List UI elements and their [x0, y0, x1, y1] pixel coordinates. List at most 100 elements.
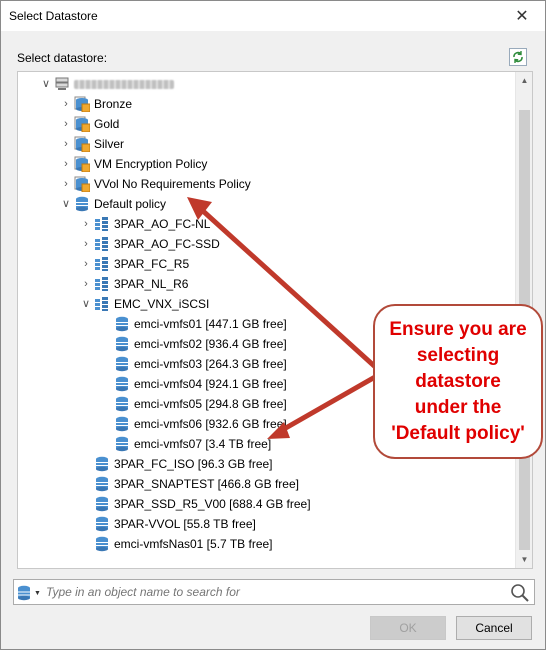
tree-item-datastore[interactable]: 3PAR_SNAPTEST [466.8 GB free]: [78, 474, 299, 494]
tree-item-label: emci-vmfs07 [3.4 TB free]: [134, 437, 272, 451]
tree-item-policy[interactable]: › VVol No Requirements Policy: [58, 174, 251, 194]
datastore-icon: [114, 356, 130, 372]
tree-item-policy[interactable]: › Bronze: [58, 94, 132, 114]
cancel-button[interactable]: Cancel: [456, 616, 532, 640]
tree-item-datastore[interactable]: emci-vmfs02 [936.4 GB free]: [98, 334, 287, 354]
datastore-icon: [94, 516, 110, 532]
tree-item-datastore-cluster[interactable]: › 3PAR_NL_R6: [78, 274, 188, 294]
datastore-cluster-icon: [94, 276, 110, 292]
storage-policy-icon: [74, 156, 91, 173]
datastore-icon: [94, 476, 110, 492]
tree-item-label: 3PAR-VVOL [55.8 TB free]: [114, 517, 256, 531]
tree-item-policy[interactable]: › Silver: [58, 134, 124, 154]
tree-item-policy[interactable]: › Gold: [58, 114, 119, 134]
tree-item-datastore[interactable]: 3PAR-VVOL [55.8 TB free]: [78, 514, 256, 534]
tree-item-datastore[interactable]: emci-vmfsNas01 [5.7 TB free]: [78, 534, 273, 554]
datastore-icon: [94, 456, 110, 472]
tree-item-label: 3PAR_SNAPTEST [466.8 GB free]: [114, 477, 299, 491]
tree-item-label: Silver: [94, 137, 125, 151]
chevron-down-icon[interactable]: ∨: [38, 74, 54, 94]
chevron-right-icon[interactable]: ›: [58, 154, 74, 174]
tree-item-default-policy[interactable]: ∨ Default policy: [58, 194, 166, 214]
tree-item-label: emci-vmfs01 [447.1 GB free]: [134, 317, 287, 331]
close-icon[interactable]: ✕: [499, 1, 545, 31]
redacted-root-label: [74, 79, 174, 89]
tree-item-label: emci-vmfs05 [294.8 GB free]: [134, 397, 287, 411]
chevron-right-icon[interactable]: ›: [78, 234, 94, 254]
tree-item-datastore[interactable]: emci-vmfs07 [3.4 TB free]: [98, 434, 271, 454]
scroll-down-icon[interactable]: ▼: [516, 551, 532, 568]
datastore-icon: [114, 416, 130, 432]
window-title: Select Datastore: [9, 9, 98, 23]
search-icon[interactable]: [510, 583, 530, 603]
tree-item-datastore-cluster[interactable]: › 3PAR_AO_FC-SSD: [78, 234, 220, 254]
tree-item-datastore[interactable]: emci-vmfs01 [447.1 GB free]: [98, 314, 287, 334]
tree-item-label: EMC_VNX_iSCSI: [114, 297, 210, 311]
tree-item-policy[interactable]: › VM Encryption Policy: [58, 154, 207, 174]
search-bar: ▼: [13, 579, 535, 605]
storage-policy-icon: [74, 136, 91, 153]
storage-policy-icon: [74, 176, 91, 193]
tree-item-datastore[interactable]: emci-vmfs06 [932.6 GB free]: [98, 414, 287, 434]
tree-item-label: Gold: [94, 117, 120, 131]
chevron-down-icon: ▼: [34, 589, 41, 597]
tree-item-label: VVol No Requirements Policy: [94, 177, 251, 191]
title-bar: Select Datastore ✕: [1, 1, 545, 31]
tree-item-datastore[interactable]: 3PAR_FC_ISO [96.3 GB free]: [78, 454, 273, 474]
tree-item-label: 3PAR_NL_R6: [114, 277, 189, 291]
tree-item-label: emci-vmfsNas01 [5.7 TB free]: [114, 537, 273, 551]
search-input[interactable]: [46, 583, 502, 601]
chevron-down-icon[interactable]: ∨: [58, 194, 74, 214]
tree-item-datastore-cluster[interactable]: ∨ EMC_VNX_iSCSI: [78, 294, 209, 314]
tree-item-datastore-cluster[interactable]: › 3PAR_FC_R5: [78, 254, 189, 274]
tree-item-label: 3PAR_FC_R5: [114, 257, 190, 271]
tree-item-label: Bronze: [94, 97, 133, 111]
tree-item-label: 3PAR_FC_ISO [96.3 GB free]: [114, 457, 273, 471]
datastore-icon: [114, 316, 130, 332]
tree-item-label: emci-vmfs03 [264.3 GB free]: [134, 357, 287, 371]
chevron-down-icon[interactable]: ∨: [78, 294, 94, 314]
datastore-type-icon: [18, 585, 30, 601]
tree-item-datastore[interactable]: emci-vmfs03 [264.3 GB free]: [98, 354, 287, 374]
tree-item-label: VM Encryption Policy: [94, 157, 208, 171]
tree-item-label: Default policy: [94, 197, 167, 211]
select-datastore-label: Select datastore:: [17, 51, 108, 65]
storage-policy-icon: [74, 116, 91, 133]
datastore-icon: [94, 536, 110, 552]
chevron-right-icon[interactable]: ›: [78, 254, 94, 274]
tree-root[interactable]: ∨: [38, 74, 174, 94]
tree-item-datastore[interactable]: emci-vmfs04 [924.1 GB free]: [98, 374, 287, 394]
tree-item-label: 3PAR_SSD_R5_V00 [688.4 GB free]: [114, 497, 311, 511]
tree-item-label: 3PAR_AO_FC-NL: [114, 217, 211, 231]
datastore-icon: [114, 436, 130, 452]
datastore-icon: [114, 396, 130, 412]
ok-button[interactable]: OK: [370, 616, 446, 640]
chevron-right-icon[interactable]: ›: [58, 174, 74, 194]
tree-item-datastore[interactable]: emci-vmfs05 [294.8 GB free]: [98, 394, 287, 414]
chevron-right-icon[interactable]: ›: [58, 134, 74, 154]
tree-item-label: 3PAR_AO_FC-SSD: [114, 237, 220, 251]
datastore-icon: [114, 376, 130, 392]
datastore-cluster-icon: [94, 256, 110, 272]
vcenter-server-icon: [54, 76, 70, 92]
scroll-up-icon[interactable]: ▲: [516, 72, 532, 89]
tree-item-label: emci-vmfs06 [932.6 GB free]: [134, 417, 287, 431]
chevron-right-icon[interactable]: ›: [78, 214, 94, 234]
refresh-icon[interactable]: [509, 48, 527, 66]
search-type-dropdown[interactable]: ▼: [17, 584, 43, 602]
storage-policy-icon: [74, 196, 90, 212]
chevron-right-icon[interactable]: ›: [58, 94, 74, 114]
tree-item-datastore-cluster[interactable]: › 3PAR_AO_FC-NL: [78, 214, 210, 234]
datastore-cluster-icon: [94, 236, 110, 252]
datastore-icon: [94, 496, 110, 512]
tree-item-label: emci-vmfs04 [924.1 GB free]: [134, 377, 287, 391]
datastore-cluster-icon: [94, 216, 110, 232]
datastore-icon: [114, 336, 130, 352]
tree-item-label: emci-vmfs02 [936.4 GB free]: [134, 337, 287, 351]
select-datastore-dialog: Select Datastore ✕ Select datastore: ∨ › B…: [0, 0, 546, 650]
datastore-cluster-icon: [94, 296, 110, 312]
tree-item-datastore[interactable]: 3PAR_SSD_R5_V00 [688.4 GB free]: [78, 494, 311, 514]
chevron-right-icon[interactable]: ›: [58, 114, 74, 134]
storage-policy-icon: [74, 96, 91, 113]
chevron-right-icon[interactable]: ›: [78, 274, 94, 294]
